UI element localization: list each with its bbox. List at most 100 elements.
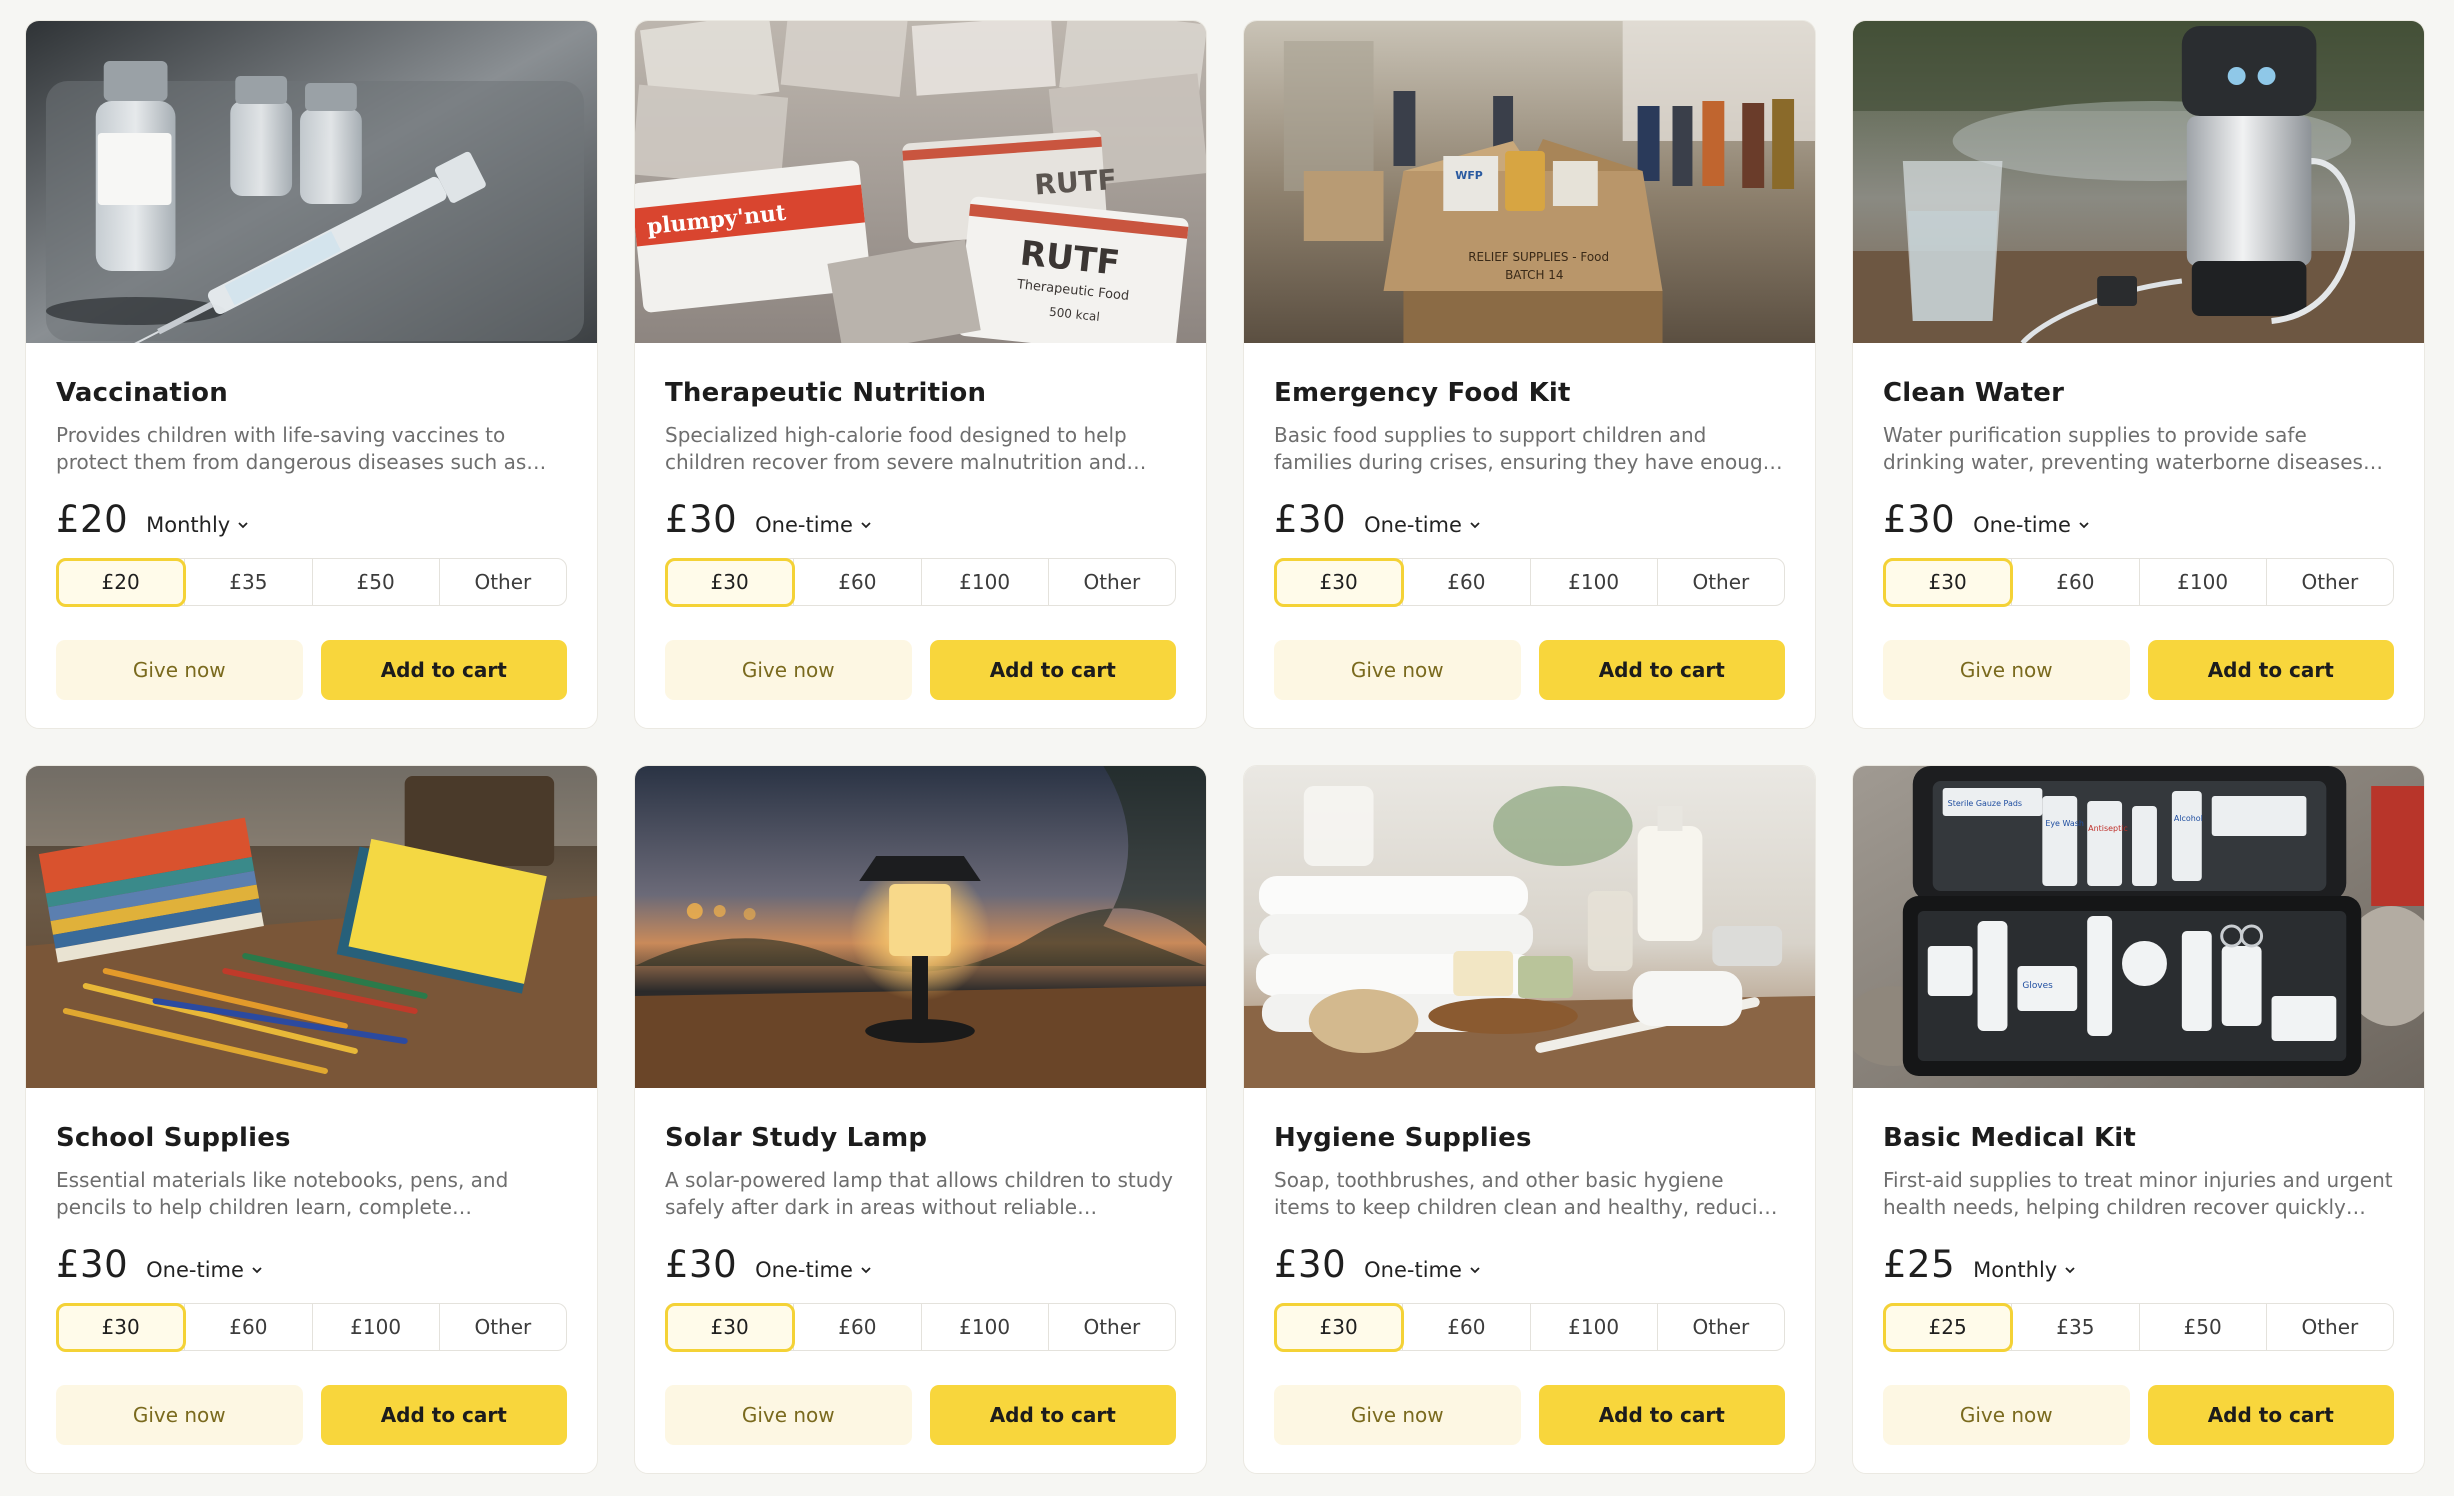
frequency-dropdown[interactable]: Monthly <box>1973 1258 2077 1282</box>
amount-selector: £30 £60 £100 Other <box>55 1302 567 1352</box>
frequency-dropdown[interactable]: Monthly <box>146 513 250 537</box>
amount-option[interactable]: £25 <box>1882 1302 2013 1352</box>
amount-option-other[interactable]: Other <box>1047 1304 1175 1350</box>
card-description: Specialized high-calorie food designed t… <box>665 423 1127 474</box>
alcohol-text: Alcohol <box>2174 814 2203 823</box>
frequency-dropdown[interactable]: One-time <box>1364 513 1482 537</box>
amount-option[interactable]: £60 <box>2011 559 2138 605</box>
donation-card-clean-water: Clean Water Water purification supplies … <box>1852 20 2425 729</box>
frequency-label: One-time <box>1364 513 1462 537</box>
amount-option[interactable]: £100 <box>1529 1304 1657 1350</box>
add-to-cart-button[interactable]: Add to cart <box>2147 640 2394 700</box>
water-filter-glass-image <box>1853 21 2424 343</box>
amount-option[interactable]: £20 <box>55 557 186 607</box>
amount-option-other[interactable]: Other <box>1656 559 1784 605</box>
give-now-button[interactable]: Give now <box>56 1385 303 1445</box>
add-to-cart-button[interactable]: Add to cart <box>929 1385 1176 1445</box>
frequency-dropdown[interactable]: One-time <box>1364 1258 1482 1282</box>
give-now-button[interactable]: Give now <box>1274 1385 1521 1445</box>
amount-option[interactable]: £100 <box>2138 559 2266 605</box>
amount-option[interactable]: £35 <box>2011 1304 2138 1350</box>
amount-option[interactable]: £30 <box>664 1302 795 1352</box>
card-title: Therapeutic Nutrition <box>665 378 987 408</box>
frequency-label: One-time <box>755 513 853 537</box>
chevron-down-icon <box>252 1267 262 1274</box>
frequency-label: One-time <box>1973 513 2071 537</box>
frequency-label: One-time <box>1364 1258 1462 1282</box>
frequency-dropdown[interactable]: One-time <box>755 513 873 537</box>
chevron-down-icon <box>2079 522 2089 529</box>
amount-option-other[interactable]: Other <box>1656 1304 1784 1350</box>
frequency-dropdown[interactable]: One-time <box>146 1258 264 1282</box>
frequency-label: One-time <box>146 1258 244 1282</box>
give-now-button[interactable]: Give now <box>1883 1385 2130 1445</box>
frequency-dropdown[interactable]: One-time <box>755 1258 873 1282</box>
frequency-label: Monthly <box>146 513 231 537</box>
amount-option[interactable]: £30 <box>664 557 795 607</box>
amount-option[interactable]: £50 <box>2138 1304 2266 1350</box>
amount-option[interactable]: £30 <box>55 1302 186 1352</box>
add-to-cart-button[interactable]: Add to cart <box>320 1385 567 1445</box>
amount-option[interactable]: £60 <box>793 559 920 605</box>
price-amount: £30 <box>1274 1243 1347 1286</box>
amount-option-other[interactable]: Other <box>438 1304 566 1350</box>
amount-option[interactable]: £60 <box>1402 559 1529 605</box>
card-description: Basic food supplies to support children … <box>1274 423 1776 474</box>
give-now-button[interactable]: Give now <box>1883 640 2130 700</box>
amount-option[interactable]: £30 <box>1273 557 1404 607</box>
card-title: Hygiene Supplies <box>1274 1123 1532 1153</box>
frequency-dropdown[interactable]: One-time <box>1973 513 2091 537</box>
amount-option-other[interactable]: Other <box>2265 559 2393 605</box>
price-amount: £30 <box>665 1243 738 1286</box>
amount-option[interactable]: £30 <box>1273 1302 1404 1352</box>
amount-option[interactable]: £100 <box>920 1304 1048 1350</box>
donation-card-hygiene-supplies: Hygiene Supplies Soap, toothbrushes, and… <box>1243 765 1816 1474</box>
first-aid-kit-open-image: Sterile Gauze Pads Eye Wash Antiseptic A… <box>1853 766 2424 1088</box>
gloves-text: Gloves <box>2022 981 2053 991</box>
give-now-button[interactable]: Give now <box>665 1385 912 1445</box>
amount-option-other[interactable]: Other <box>1047 559 1175 605</box>
chevron-down-icon <box>861 1267 871 1274</box>
amount-option[interactable]: £100 <box>311 1304 439 1350</box>
amount-option[interactable]: £60 <box>1402 1304 1529 1350</box>
add-to-cart-button[interactable]: Add to cart <box>1538 640 1785 700</box>
add-to-cart-button[interactable]: Add to cart <box>929 640 1176 700</box>
card-description: First-aid supplies to treat minor injuri… <box>1883 1168 2393 1219</box>
rutf-label-text: RUTF <box>1033 163 1117 202</box>
give-now-button[interactable]: Give now <box>665 640 912 700</box>
vaccine-vials-syringe-image <box>26 21 597 343</box>
solar-lamp-dusk-image <box>635 766 1206 1088</box>
antiseptic-text: Antiseptic <box>2088 824 2128 833</box>
price-amount: £25 <box>1883 1243 1956 1286</box>
relief-supplies-text: RELIEF SUPPLIES - Food <box>1468 250 1609 264</box>
donation-card-emergency-food-kit: WFP RELIEF SUPPLIES - Food BATCH 14 Emer… <box>1243 20 1816 729</box>
amount-selector: £30 £60 £100 Other <box>1882 557 2394 607</box>
amount-option[interactable]: £30 <box>1882 557 2013 607</box>
price-amount: £30 <box>1883 498 1956 541</box>
chevron-down-icon <box>238 522 248 529</box>
card-description: A solar-powered lamp that allows childre… <box>665 1168 1173 1219</box>
card-title: Clean Water <box>1883 378 2065 408</box>
amount-option[interactable]: £60 <box>793 1304 920 1350</box>
card-description: Soap, toothbrushes, and other basic hygi… <box>1274 1168 1783 1219</box>
amount-option[interactable]: £35 <box>184 559 311 605</box>
amount-option[interactable]: £100 <box>1529 559 1657 605</box>
add-to-cart-button[interactable]: Add to cart <box>2147 1385 2394 1445</box>
give-now-button[interactable]: Give now <box>56 640 303 700</box>
amount-option-other[interactable]: Other <box>438 559 566 605</box>
amount-option[interactable]: £100 <box>920 559 1048 605</box>
amount-option-other[interactable]: Other <box>2265 1304 2393 1350</box>
frequency-label: One-time <box>755 1258 853 1282</box>
give-now-button[interactable]: Give now <box>1274 640 1521 700</box>
card-title: Vaccination <box>56 378 228 408</box>
donation-card-grid: Vaccination Provides children with life-… <box>25 20 2425 1474</box>
rutf-sachets-image: plumpy'nut RUTF RUTF Therapeutic Food 50… <box>635 21 1206 343</box>
amount-selector: £20 £35 £50 Other <box>55 557 567 607</box>
donation-card-basic-medical-kit: Sterile Gauze Pads Eye Wash Antiseptic A… <box>1852 765 2425 1474</box>
add-to-cart-button[interactable]: Add to cart <box>320 640 567 700</box>
amount-option[interactable]: £50 <box>311 559 439 605</box>
chevron-down-icon <box>1470 522 1480 529</box>
amount-option[interactable]: £60 <box>184 1304 311 1350</box>
add-to-cart-button[interactable]: Add to cart <box>1538 1385 1785 1445</box>
relief-food-box-warehouse-image: WFP RELIEF SUPPLIES - Food BATCH 14 <box>1244 21 1815 343</box>
